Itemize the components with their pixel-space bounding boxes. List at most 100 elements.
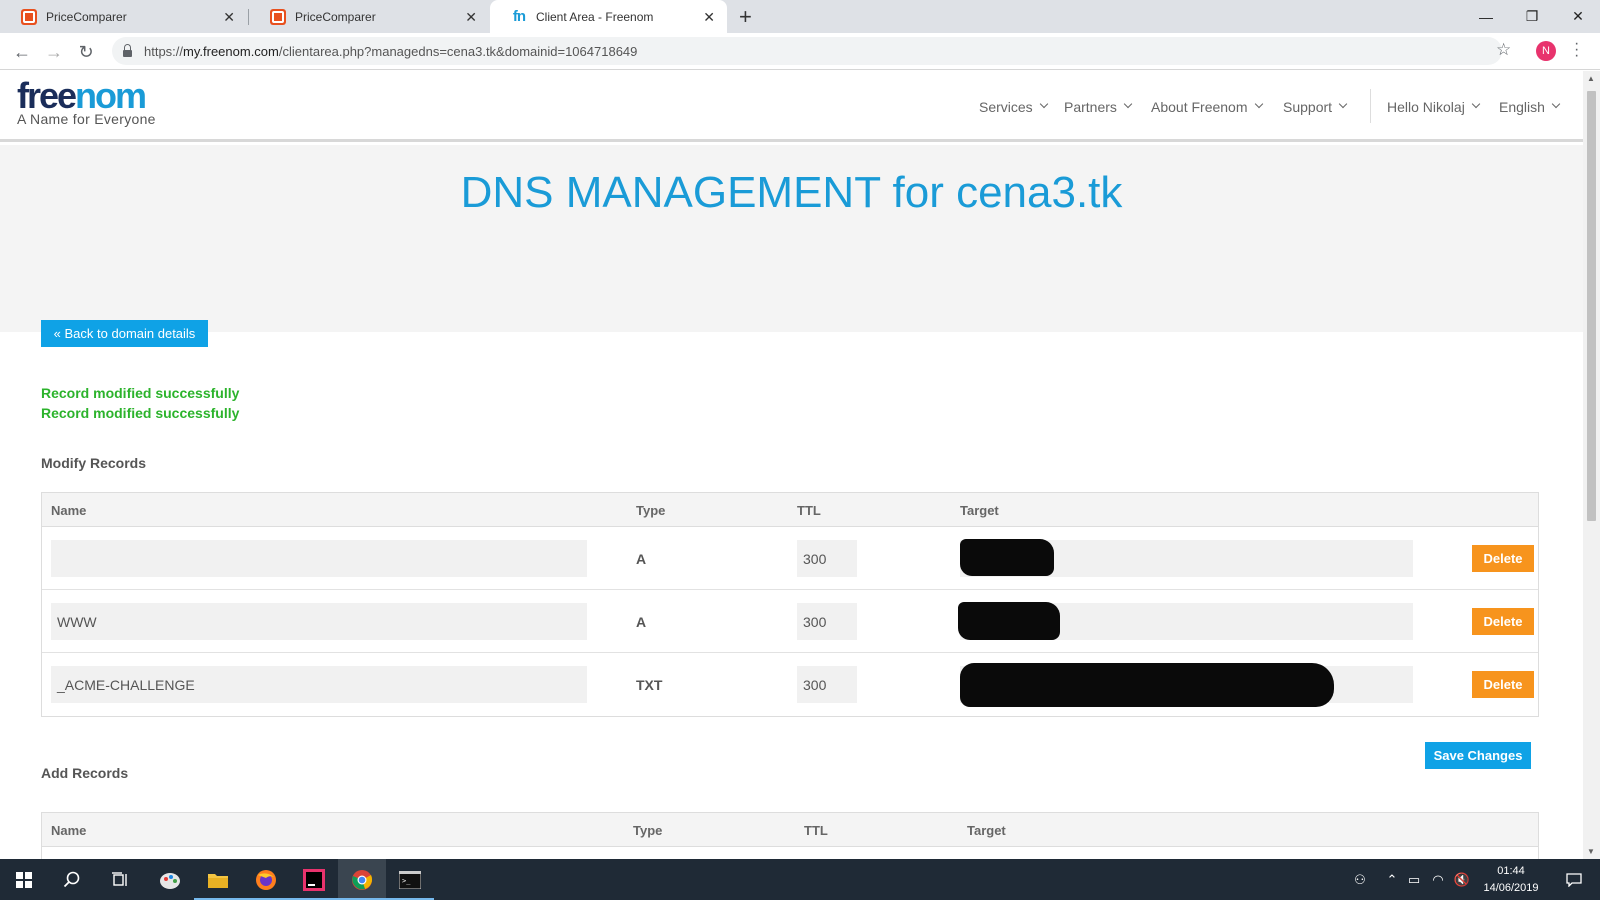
column-header-target: Target [960,503,999,518]
minimize-icon[interactable]: — [1463,0,1509,33]
tab-close-icon[interactable]: ✕ [223,9,235,26]
column-header-target: Target [967,823,1006,838]
tab-freenom-client-area[interactable]: fn Client Area - Freenom ✕ [490,0,727,33]
file-explorer-icon[interactable] [194,859,242,900]
forward-arrow-icon[interactable]: → [42,40,66,64]
chevron-down-icon [1471,99,1481,109]
record-type: A [636,614,647,630]
windows-taskbar: >_ ⚇ ⌃ ▭ ◠ 🔇 01:44 14/06/2019 [0,859,1600,900]
table-header: Name Type TTL Target [42,493,1538,527]
record-name-input[interactable]: _ACME-CHALLENGE [51,666,587,703]
record-ttl-input[interactable]: 300 [797,603,857,640]
terminal-icon[interactable]: >_ [386,859,434,900]
page-viewport: freenom A Name for Everyone Services Par… [0,71,1583,859]
chevron-down-icon [1551,99,1561,109]
page-title: DNS MANAGEMENT for cena3.tk [460,168,1123,217]
notifications-icon[interactable] [1556,859,1592,900]
battery-icon[interactable]: ▭ [1402,859,1426,900]
tab-title: PriceComparer [295,9,376,24]
browser-toolbar: ← → ↻ https://my.freenom.com/clientarea.… [0,33,1600,70]
record-type: A [636,551,647,567]
intellij-icon[interactable] [290,859,338,900]
nav-user-menu[interactable]: Hello Nikolaj [1387,99,1481,115]
people-icon[interactable]: ⚇ [1346,859,1374,900]
reload-icon[interactable]: ↻ [74,40,98,64]
delete-button[interactable]: Delete [1472,545,1534,572]
freenom-favicon-icon: fn [512,8,526,25]
table-header: Name Type TTL Target [42,813,1538,847]
column-header-type: Type [636,503,666,518]
site-header: freenom A Name for Everyone Services Par… [0,71,1583,142]
paint-app-icon[interactable] [146,859,194,900]
record-ttl-input[interactable]: 300 [797,666,857,703]
success-message: Record modified successfully [41,385,240,401]
nav-language[interactable]: English [1499,99,1561,115]
add-records-heading: Add Records [41,765,129,781]
page-scrollbar[interactable]: ▲ ▼ [1583,71,1600,859]
volume-muted-icon[interactable]: 🔇 [1450,859,1474,900]
scroll-up-icon[interactable]: ▲ [1587,74,1595,83]
task-view-icon[interactable] [96,859,144,900]
show-hidden-icons-chevron-icon[interactable]: ⌃ [1382,859,1402,900]
scroll-down-icon[interactable]: ▼ [1587,847,1595,856]
tagline: A Name for Everyone [17,111,156,127]
record-name-input[interactable] [51,540,587,577]
column-header-name: Name [51,823,87,838]
profile-avatar[interactable]: N [1536,41,1556,61]
firefox-icon[interactable] [242,859,290,900]
column-header-ttl: TTL [804,823,828,838]
svg-text:>_: >_ [402,877,411,885]
save-changes-button[interactable]: Save Changes [1425,742,1531,769]
browser-tab-strip: PriceComparer ✕ PriceComparer ✕ fn Clien… [0,0,1600,33]
scrollbar-thumb[interactable] [1587,91,1596,521]
freenom-logo[interactable]: freenom A Name for Everyone [17,78,156,128]
back-arrow-icon[interactable]: ← [10,40,34,64]
record-name-input[interactable]: WWW [51,603,587,640]
address-bar[interactable]: https://my.freenom.com/clientarea.php?ma… [112,37,1502,65]
restore-icon[interactable]: ❐ [1509,0,1555,33]
tab-close-icon[interactable]: ✕ [465,9,477,26]
modify-records-heading: Modify Records [41,455,147,471]
nav-about-freenom[interactable]: About Freenom [1151,99,1263,115]
taskbar-clock[interactable]: 01:44 14/06/2019 [1476,863,1546,897]
add-records-table: Name Type TTL Target [41,812,1539,859]
lock-icon [120,43,134,58]
column-header-name: Name [51,503,87,518]
tab-pricecomparer-1[interactable]: PriceComparer ✕ [0,0,247,33]
chevron-down-icon [1123,99,1133,109]
record-type: TXT [636,677,663,693]
redacted-target-mark [958,602,1060,640]
column-header-ttl: TTL [797,503,821,518]
table-row: A 300 Delete [42,527,1538,590]
redacted-target-mark [960,663,1334,707]
back-to-domain-details-button[interactable]: « Back to domain details [41,320,208,347]
nav-support[interactable]: Support [1283,99,1348,115]
redacted-target-mark [960,539,1054,576]
chrome-menu-icon[interactable]: · · · [1574,36,1579,64]
chevron-down-icon [1039,99,1048,109]
tab-title: PriceComparer [46,9,127,24]
chevron-down-icon [1254,99,1263,109]
success-message: Record modified successfully [41,405,240,421]
windows-start-icon[interactable] [0,859,48,900]
tab-pricecomparer-2[interactable]: PriceComparer ✕ [249,0,489,33]
record-ttl-input[interactable]: 300 [797,540,857,577]
wifi-icon[interactable]: ◠ [1426,859,1450,900]
nav-divider [1370,89,1371,123]
delete-button[interactable]: Delete [1472,671,1534,698]
column-header-type: Type [633,823,663,838]
tab-title: Client Area - Freenom [536,9,654,24]
new-tab-plus-icon[interactable]: + [739,4,752,30]
tab-close-icon[interactable]: ✕ [703,9,715,26]
nav-partners[interactable]: Partners [1064,99,1133,115]
search-icon[interactable] [48,859,96,900]
modify-records-table: Name Type TTL Target A 300 Delete WWW A … [41,492,1539,717]
chrome-icon[interactable] [338,859,386,900]
url-text: https://my.freenom.com/clientarea.php?ma… [144,43,638,59]
pricecomparer-favicon-icon [270,8,286,25]
chevron-down-icon [1338,99,1348,109]
delete-button[interactable]: Delete [1472,608,1534,635]
window-close-icon[interactable]: ✕ [1555,0,1600,33]
nav-services[interactable]: Services [979,99,1048,115]
bookmark-star-icon[interactable]: ☆ [1496,40,1511,60]
